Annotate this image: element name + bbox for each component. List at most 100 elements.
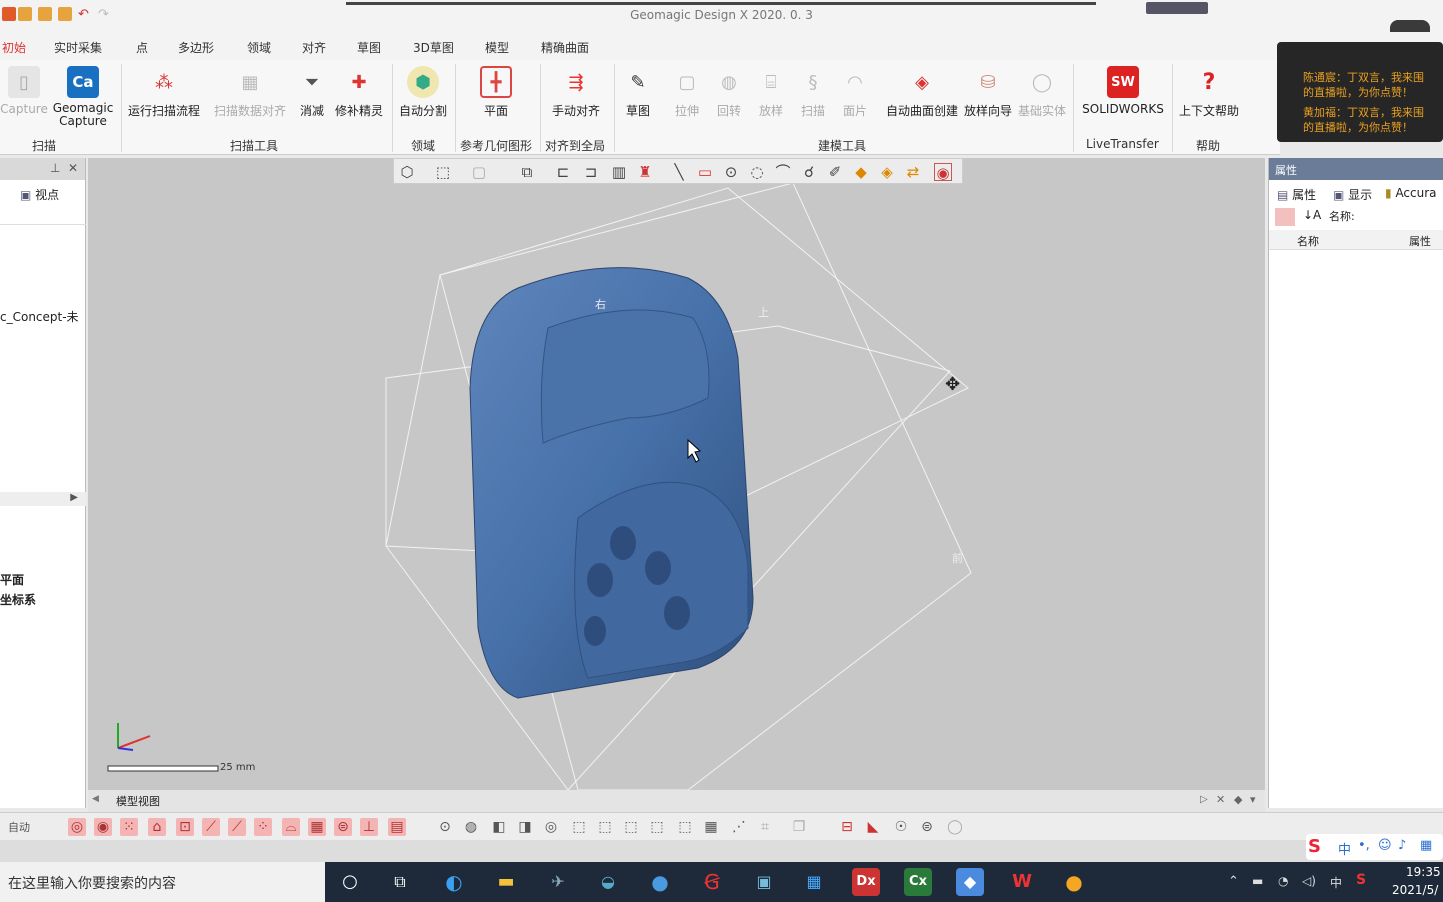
cortana-icon[interactable]: ○ bbox=[336, 868, 364, 896]
menu-sketch[interactable]: 草图 bbox=[357, 39, 381, 56]
voice-icon[interactable]: ♪ bbox=[1398, 838, 1406, 853]
grid-icon[interactable]: ▦ bbox=[702, 818, 720, 836]
background-icon[interactable]: ◯ bbox=[946, 818, 964, 836]
menu-exact-surface[interactable]: 精确曲面 bbox=[541, 39, 589, 56]
tab-next-icon[interactable]: ▷ bbox=[1200, 794, 1208, 805]
plane-button[interactable]: ╋ 平面 bbox=[470, 64, 522, 119]
tab-pin-icon[interactable]: ◆ bbox=[1234, 793, 1242, 806]
extrude-button[interactable]: ▢ 拉伸 bbox=[668, 64, 706, 119]
sketch-button[interactable]: ✎ 草图 bbox=[618, 64, 658, 119]
copy-icon[interactable]: ❐ bbox=[790, 818, 808, 836]
revolve-button[interactable]: ◍ 回转 bbox=[710, 64, 748, 119]
select-mesh-icon[interactable]: ▤ bbox=[388, 818, 406, 836]
select-points-icon[interactable]: ⁙ bbox=[120, 818, 138, 836]
taskbar-search-box[interactable]: 在这里输入你要搜索的内容 bbox=[0, 862, 325, 902]
loft-button[interactable]: ⌸ 放样 bbox=[752, 64, 790, 119]
tray-ime-indicator[interactable]: 中 bbox=[1330, 874, 1342, 891]
app-icon-6[interactable]: ▦ bbox=[800, 868, 828, 896]
decimate-button[interactable]: ⏷ 消减 bbox=[293, 64, 331, 119]
filter-icon-7[interactable]: ⬚ bbox=[596, 818, 614, 836]
base-solid-button[interactable]: ◯ 基础实体 bbox=[1016, 64, 1068, 119]
app-icon-5[interactable]: ▣ bbox=[750, 868, 778, 896]
select-body-icon[interactable]: ▦ bbox=[308, 818, 326, 836]
circle-select-icon[interactable]: ⊙ bbox=[722, 163, 740, 181]
select-all-icon[interactable]: ◎ bbox=[68, 818, 86, 836]
capture-button[interactable]: ▯ Capture bbox=[0, 64, 48, 116]
filter-icon-2[interactable]: ◍ bbox=[462, 818, 480, 836]
line-select-icon[interactable]: ╲ bbox=[670, 163, 688, 181]
clock-date[interactable]: 2021/5/ bbox=[1392, 883, 1438, 897]
robot-view-icon[interactable]: ♜ bbox=[636, 163, 654, 181]
select-plane-icon[interactable]: ⊥ bbox=[360, 818, 378, 836]
edge-icon[interactable]: ◐ bbox=[440, 868, 468, 896]
close-icon[interactable]: ✕ bbox=[68, 161, 78, 175]
tab-close-icon[interactable]: ✕ bbox=[1216, 793, 1225, 806]
measure-icon[interactable]: ⌗ bbox=[756, 818, 774, 836]
battery-icon[interactable]: ▬ bbox=[1252, 874, 1263, 888]
clip-icon[interactable]: ◣ bbox=[864, 818, 882, 836]
surface-button[interactable]: ◠ 面片 bbox=[836, 64, 874, 119]
filter-icon-9[interactable]: ⬚ bbox=[648, 818, 666, 836]
menu-align[interactable]: 对齐 bbox=[302, 39, 326, 56]
menu-model[interactable]: 模型 bbox=[485, 39, 509, 56]
loft-wizard-button[interactable]: ⛁ 放样向导 bbox=[962, 64, 1014, 119]
select-edge-icon[interactable]: ⟋ bbox=[202, 818, 220, 836]
tab-model-view[interactable]: 模型视图 bbox=[116, 793, 160, 809]
iso-view-icon[interactable]: ⧉ bbox=[518, 163, 536, 181]
filter-icon-10[interactable]: ⬚ bbox=[676, 818, 694, 836]
ime-toolbar[interactable]: S 中 •, ☺ ♪ ▦ bbox=[1306, 834, 1443, 860]
network-icon[interactable]: ◔ bbox=[1278, 874, 1288, 888]
app-icon-4[interactable]: Ꞡ bbox=[698, 868, 726, 896]
visibility-icon[interactable]: ◉ bbox=[934, 163, 952, 182]
tab-menu-icon[interactable]: ▾ bbox=[1250, 793, 1256, 806]
filter-icon-6[interactable]: ⬚ bbox=[570, 818, 588, 836]
filter-icon-4[interactable]: ◨ bbox=[516, 818, 534, 836]
app-icon-7[interactable]: ◆ bbox=[956, 868, 984, 896]
select-feature-icon[interactable]: ◉ bbox=[94, 818, 112, 836]
capture-x-icon[interactable]: Cx bbox=[904, 868, 932, 896]
filter-icon-3[interactable]: ◧ bbox=[490, 818, 508, 836]
brush-select-icon[interactable]: ✐ bbox=[826, 163, 844, 181]
auto-surface-button[interactable]: ◈ 自动曲面创建 bbox=[882, 64, 962, 119]
box-view-icon[interactable]: ▢ bbox=[470, 163, 488, 181]
volume-icon[interactable]: ◁) bbox=[1302, 874, 1316, 888]
emoji-icon[interactable]: ☺ bbox=[1378, 838, 1392, 853]
cube-view-icon[interactable]: ⬚ bbox=[434, 163, 452, 181]
pin-icon[interactable]: ⊥ bbox=[50, 161, 60, 175]
punct-icon[interactable]: •, bbox=[1358, 838, 1370, 853]
menu-point[interactable]: 点 bbox=[136, 39, 148, 56]
3d-viewport[interactable]: ✥ 右 上 前 25 mm bbox=[88, 158, 1265, 791]
task-view-icon[interactable]: ⧉ bbox=[386, 868, 414, 896]
filter-icon-5[interactable]: ◎ bbox=[542, 818, 560, 836]
sort-alpha-icon[interactable]: ↓A bbox=[1303, 208, 1321, 222]
ime-menu-icon[interactable]: ▦ bbox=[1420, 838, 1432, 853]
lasso-icon[interactable]: ⌒ bbox=[774, 163, 792, 181]
select-face-icon[interactable]: ⊡ bbox=[176, 818, 194, 836]
transfer-icon[interactable]: ⇄ bbox=[904, 163, 922, 181]
side-view-icon[interactable]: ⊐ bbox=[582, 163, 600, 181]
solidworks-button[interactable]: SW SOLIDWORKS bbox=[1078, 64, 1168, 116]
healing-wizard-button[interactable]: ✚ 修补精灵 bbox=[332, 64, 386, 119]
scroll-right-icon[interactable]: ▶ bbox=[70, 492, 78, 503]
context-help-button[interactable]: ? 上下文帮助 bbox=[1175, 64, 1243, 119]
select-curve-icon[interactable]: ⟋ bbox=[228, 818, 246, 836]
split-view-icon[interactable]: ▥ bbox=[610, 163, 628, 181]
tray-expand-icon[interactable]: ⌃ bbox=[1228, 874, 1239, 889]
snap-icon[interactable]: ⋰ bbox=[730, 818, 748, 836]
polygon-select-icon[interactable]: ⬡ bbox=[398, 163, 416, 181]
select-mode-dropdown[interactable]: 自动 bbox=[8, 819, 30, 835]
front-view-icon[interactable]: ⊏ bbox=[554, 163, 572, 181]
dotted-circle-icon[interactable]: ◌ bbox=[748, 163, 766, 181]
tree-item-model[interactable]: c_Concept-未 bbox=[0, 308, 79, 325]
explorer-icon[interactable]: ▬ bbox=[492, 868, 520, 896]
tab-display[interactable]: ▣ 显示 bbox=[1333, 186, 1372, 203]
section-icon[interactable]: ⊟ bbox=[838, 818, 856, 836]
menu-live-capture[interactable]: 实时采集 bbox=[54, 39, 102, 56]
tab-properties[interactable]: ▤ 属性 bbox=[1277, 186, 1316, 203]
horizontal-scrollbar[interactable]: ▶ bbox=[0, 492, 86, 506]
geomagic-capture-button[interactable]: Ca Geomagic Capture bbox=[50, 64, 116, 128]
tab-accuracy[interactable]: ▮ Accura bbox=[1385, 186, 1437, 200]
app-icon-8[interactable]: ● bbox=[1060, 868, 1088, 896]
select-region-icon[interactable]: ⌓ bbox=[282, 818, 300, 836]
select-cone-icon[interactable]: ⌂ bbox=[148, 818, 166, 836]
